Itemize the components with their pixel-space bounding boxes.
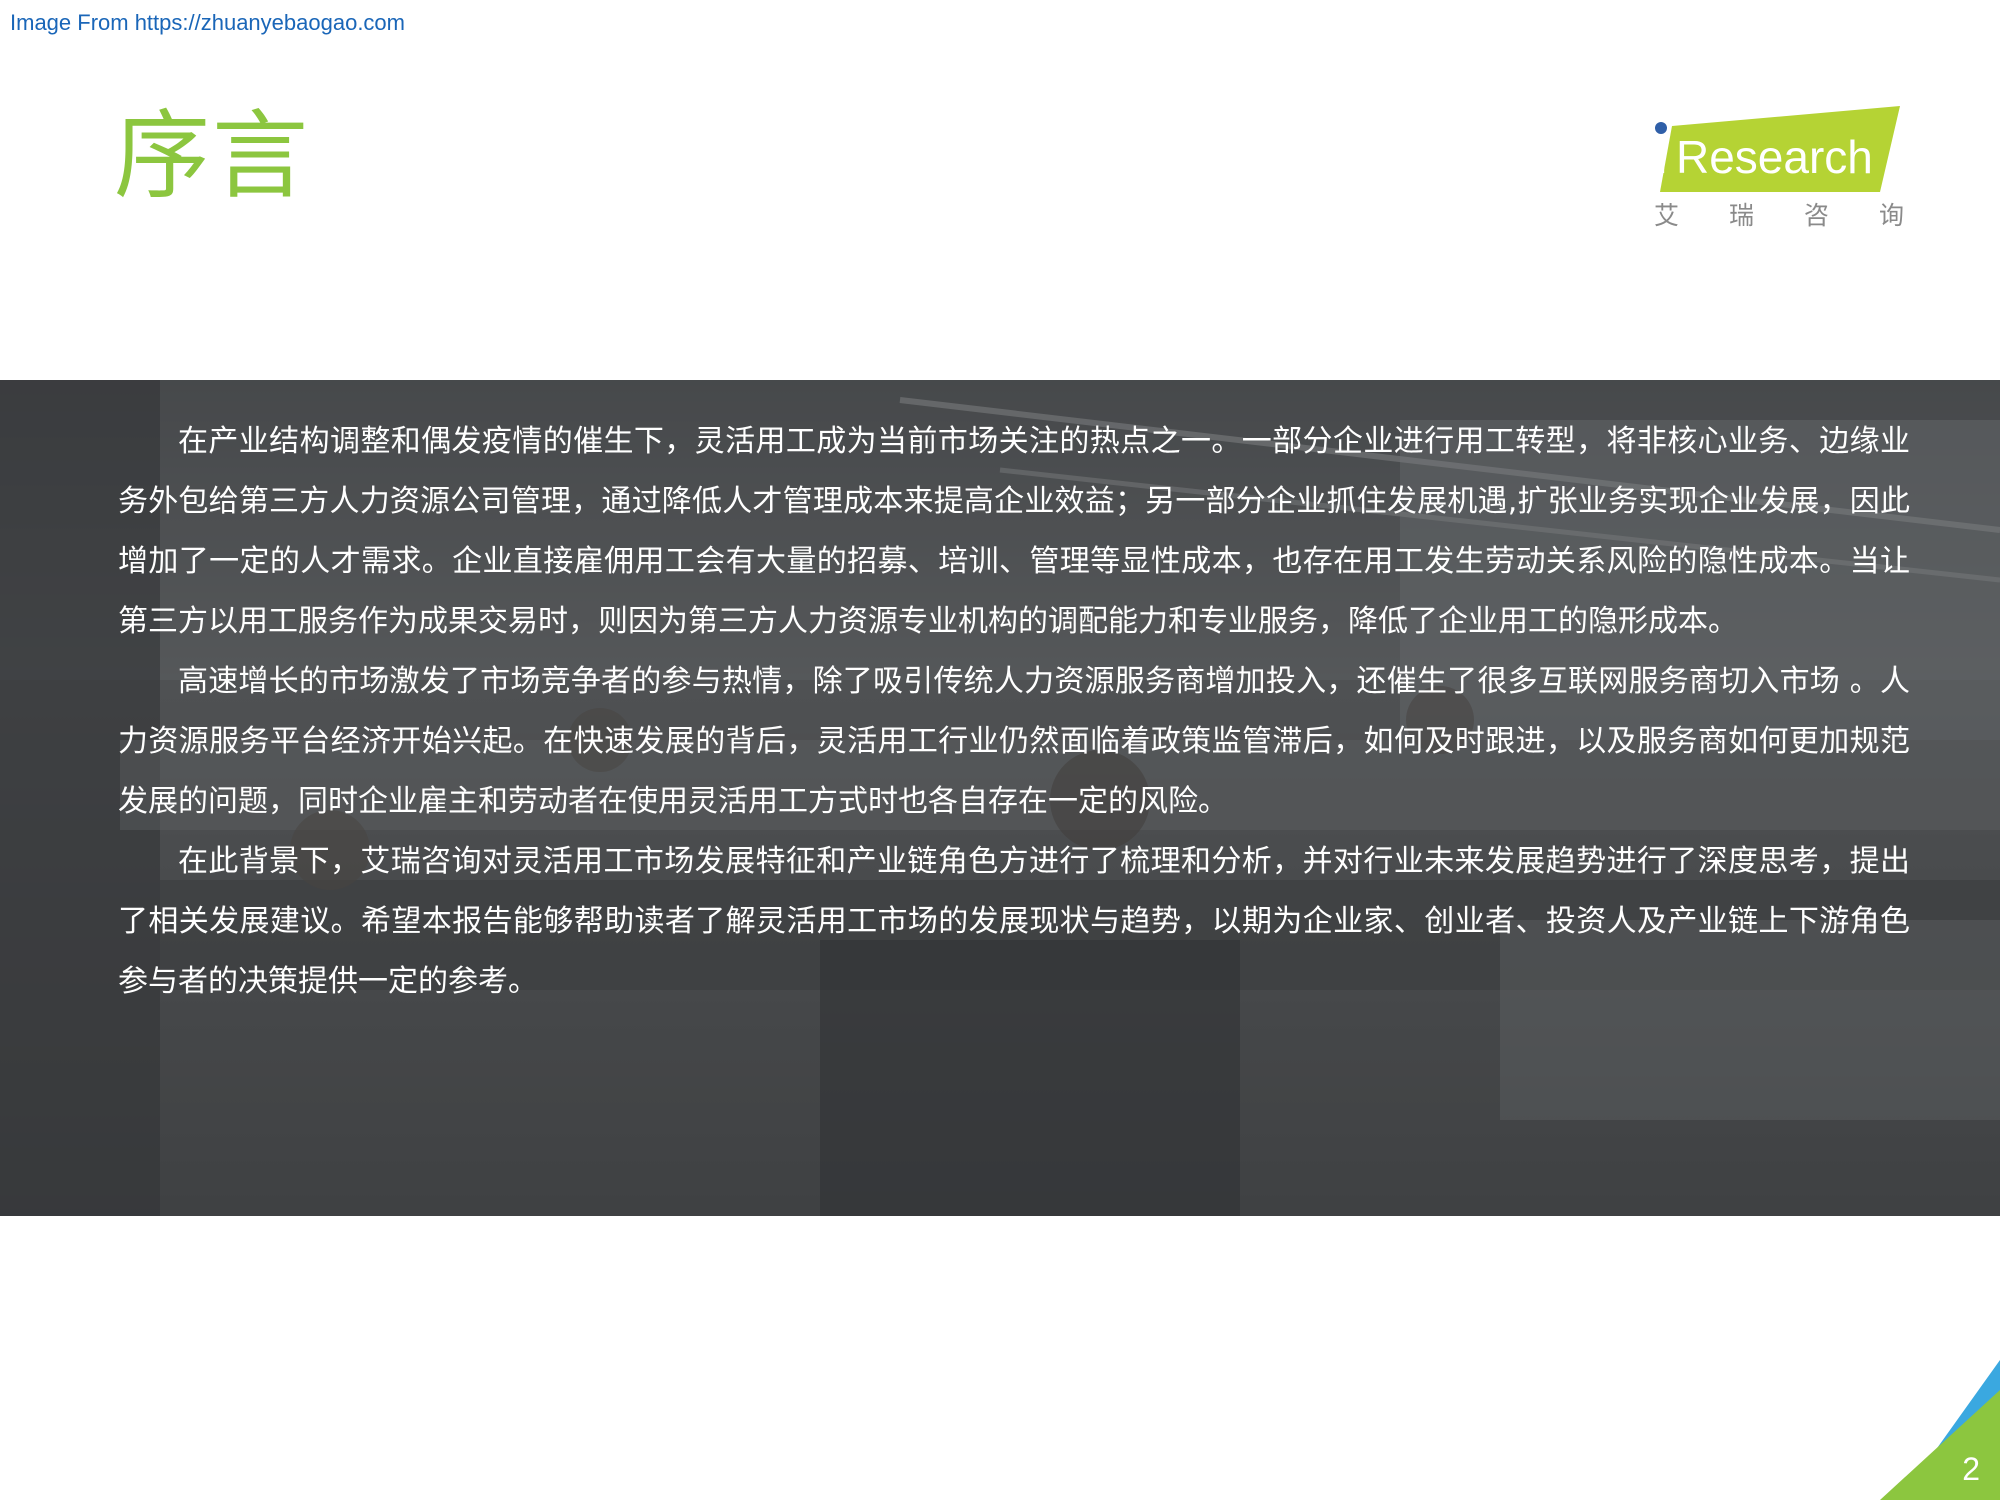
preface-paragraph: 在产业结构调整和偶发疫情的催生下，灵活用工成为当前市场关注的热点之一。一部分企业… <box>118 424 1910 639</box>
logo-subtitle-char: 询 <box>1878 201 1904 230</box>
preface-text: 在产业结构调整和偶发疫情的催生下，灵活用工成为当前市场关注的热点之一。一部分企业… <box>118 412 1910 1012</box>
logo-brand-text: Research <box>1676 131 1873 183</box>
preface-paragraph: 在此背景下，艾瑞咨询对灵活用工市场发展特征和产业链角色方进行了梳理和分析，并对行… <box>118 844 1910 999</box>
iresearch-logo: i Research 艾 瑞 咨 询 <box>1650 104 1910 234</box>
preface-paragraph: 高速增长的市场激发了市场竞争者的参与热情，除了吸引传统人力资源服务商增加投入，还… <box>118 664 1910 819</box>
logo-subtitle-char: 艾 <box>1654 201 1680 230</box>
page-title: 序言 <box>114 100 310 212</box>
logo-i-letter: i <box>1657 131 1667 183</box>
page-number: 2 <box>1962 1451 1980 1487</box>
logo-subtitle-char: 咨 <box>1803 201 1829 230</box>
source-link[interactable]: Image From https://zhuanyebaogao.com <box>10 10 405 36</box>
hero-section: 在产业结构调整和偶发疫情的催生下，灵活用工成为当前市场关注的热点之一。一部分企业… <box>0 380 2000 1216</box>
logo-subtitle-char: 瑞 <box>1728 201 1754 230</box>
logo-subtitle: 艾 瑞 咨 询 <box>1654 196 1904 232</box>
corner-decoration <box>1880 1360 2000 1500</box>
iresearch-logo-mark: i Research <box>1655 106 1900 192</box>
